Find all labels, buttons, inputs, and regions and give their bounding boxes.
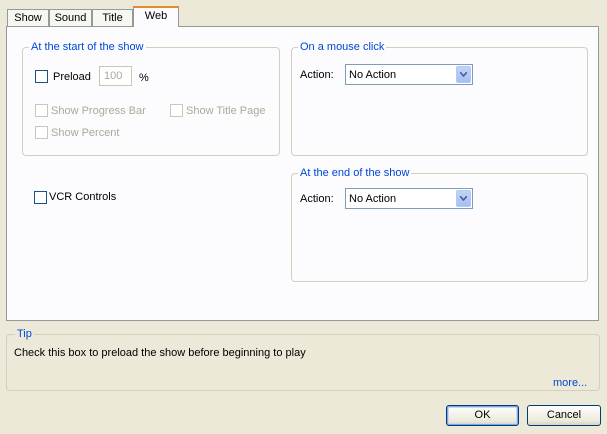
start-of-show-group: At the start of the show Preload 100 % S… (22, 40, 280, 156)
show-title-page-label[interactable]: Show Title Page (186, 104, 266, 118)
tab-title[interactable]: Title (92, 9, 133, 26)
tab-sound[interactable]: Sound (49, 9, 92, 26)
preload-percent-input[interactable]: 100 (99, 66, 132, 86)
percent-symbol: % (139, 72, 149, 84)
chevron-down-icon[interactable] (456, 66, 471, 83)
show-percent-label[interactable]: Show Percent (51, 126, 119, 140)
end-action-select[interactable]: No Action (345, 188, 473, 209)
vcr-controls-checkbox[interactable] (34, 191, 47, 204)
end-of-show-title: At the end of the show (298, 166, 412, 180)
end-of-show-group: At the end of the show Action: No Action (291, 166, 588, 282)
tip-text: Check this box to preload the show befor… (14, 347, 306, 359)
vcr-controls-label[interactable]: VCR Controls (49, 190, 116, 204)
show-title-page-checkbox[interactable] (170, 104, 183, 117)
chevron-down-icon[interactable] (456, 190, 471, 207)
show-progress-bar-checkbox[interactable] (35, 104, 48, 117)
web-settings-panel: At the start of the show Preload 100 % S… (6, 26, 599, 321)
mouse-click-action-select[interactable]: No Action (345, 64, 473, 85)
start-of-show-title: At the start of the show (29, 40, 146, 54)
preload-label[interactable]: Preload (53, 70, 91, 84)
tab-web[interactable]: Web (133, 6, 179, 27)
tip-title: Tip (15, 327, 34, 341)
mouse-click-group: On a mouse click Action: No Action (291, 40, 588, 156)
more-link[interactable]: more... (553, 376, 587, 390)
show-percent-checkbox[interactable] (35, 126, 48, 139)
tip-group: Tip Check this box to preload the show b… (6, 327, 600, 391)
mouse-click-title: On a mouse click (298, 40, 387, 54)
end-action-label: Action: (300, 193, 334, 205)
mouse-click-action-value: No Action (349, 69, 397, 81)
end-action-value: No Action (349, 193, 397, 205)
mouse-click-action-label: Action: (300, 69, 334, 81)
preload-checkbox[interactable] (35, 70, 48, 83)
ok-button[interactable]: OK (446, 405, 519, 426)
show-progress-bar-label[interactable]: Show Progress Bar (51, 104, 146, 118)
cancel-button[interactable]: Cancel (527, 405, 601, 426)
tab-show[interactable]: Show (7, 9, 49, 26)
